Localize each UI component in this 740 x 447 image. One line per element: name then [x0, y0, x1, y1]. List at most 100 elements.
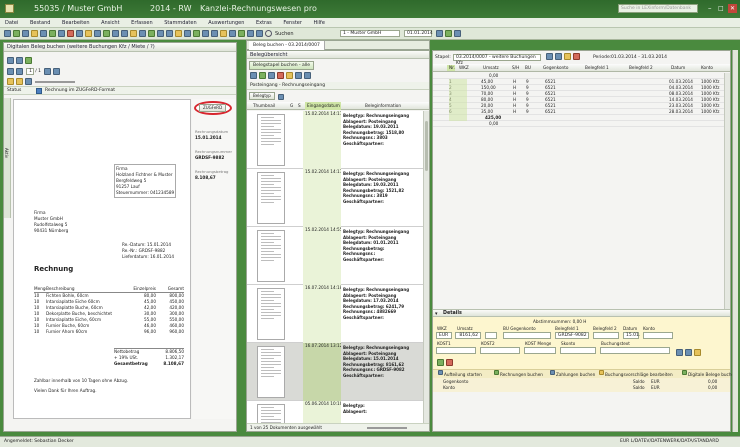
- menu-bestand[interactable]: Bestand: [25, 18, 55, 28]
- menu-extras[interactable]: Extras: [251, 18, 277, 28]
- stapel-delete-icon[interactable]: [573, 53, 580, 60]
- pill-close-icon[interactable]: [277, 94, 284, 100]
- beleg-row[interactable]: 16.07.2014 14:18 Belegtyp: Rechnungseinga…: [247, 285, 423, 343]
- thumb-zoom-slider[interactable]: [367, 427, 407, 429]
- menu-bearbeiten[interactable]: Bearbeiten: [57, 18, 94, 28]
- date-field[interactable]: 01.01.2014: [404, 30, 433, 37]
- kost-menge-field[interactable]: [524, 347, 556, 354]
- beleg-filter-icon[interactable]: [304, 72, 311, 79]
- belegstapel-buchen-button[interactable]: Belegstapel buchen - alle: [249, 61, 315, 70]
- bank-icon[interactable]: [247, 30, 254, 37]
- beleg-thumbnail[interactable]: [257, 404, 285, 423]
- journal-scrollbar[interactable]: [724, 73, 730, 309]
- beleg-link-icon[interactable]: [268, 72, 275, 79]
- col-g[interactable]: G: [290, 102, 293, 110]
- datum-field[interactable]: 15.01.: [623, 332, 640, 339]
- filter-icon[interactable]: [94, 30, 101, 37]
- stapel-edit-icon[interactable]: [564, 53, 571, 60]
- col-eingangsdatum[interactable]: Eingangsdatum: [305, 102, 341, 110]
- kost2-field[interactable]: [480, 347, 520, 354]
- last-page-icon[interactable]: [52, 68, 60, 75]
- side-tab-label[interactable]: Aktiv: [4, 148, 9, 158]
- beleg-thumbnail[interactable]: [257, 346, 285, 398]
- col-thumbnail[interactable]: Thumbnail: [253, 102, 275, 110]
- beleg-row[interactable]: 15.02.2014 14:55 Belegtyp: Rechnungseinga…: [247, 227, 423, 285]
- details-header[interactable]: ▾ Details: [433, 309, 730, 317]
- undo-icon[interactable]: [40, 30, 47, 37]
- beleg-thumbnail[interactable]: [257, 172, 285, 224]
- stapel-select[interactable]: 03.2014/0007 - weitere Buchungen Kfz: [453, 54, 541, 66]
- col-nr[interactable]: Nr.: [449, 64, 455, 72]
- gegenkonto-field[interactable]: [503, 332, 551, 339]
- prev-page-icon[interactable]: [16, 68, 23, 75]
- beleg-thumbnail[interactable]: [257, 114, 285, 166]
- search-label[interactable]: Suchen: [275, 28, 294, 40]
- buchungstext-field[interactable]: [600, 347, 670, 354]
- calendar-icon[interactable]: [454, 30, 461, 37]
- beleg-row[interactable]: 15.02.2014 14:17 Belegtyp: Rechnungseinga…: [247, 111, 423, 169]
- global-search-input[interactable]: Suche in LEXinform/Datenbank: [618, 4, 698, 13]
- skonto-field[interactable]: [560, 347, 596, 354]
- print-doc-icon[interactable]: [7, 57, 14, 64]
- save-icon[interactable]: [22, 30, 29, 37]
- next-icon[interactable]: [445, 30, 452, 37]
- beleg-row[interactable]: 15.02.2014 14:17 Belegtyp: Rechnungseinga…: [247, 169, 423, 227]
- redo-icon[interactable]: [49, 30, 56, 37]
- new-icon[interactable]: [4, 30, 11, 37]
- detail-tool3-icon[interactable]: [694, 349, 701, 356]
- col-konto[interactable]: Konto: [701, 64, 713, 72]
- tab-beleg-buchen[interactable]: Beleg buchen - 03.2014/0007: [249, 41, 325, 50]
- star-icon[interactable]: [220, 30, 227, 37]
- chart-icon[interactable]: [148, 30, 155, 37]
- calc-icon[interactable]: [121, 30, 128, 37]
- list-icon[interactable]: [202, 30, 209, 37]
- col-bu[interactable]: BU: [525, 64, 531, 72]
- cut-icon[interactable]: [58, 30, 65, 37]
- tax-icon[interactable]: [256, 30, 263, 37]
- print-icon[interactable]: [31, 30, 38, 37]
- settings-icon[interactable]: [166, 30, 173, 37]
- detail-tool-icon[interactable]: [676, 349, 683, 356]
- beleg-open-icon[interactable]: [259, 72, 266, 79]
- menu-stammdaten[interactable]: Stammdaten: [159, 18, 201, 28]
- lock-icon[interactable]: [229, 30, 236, 37]
- col-gegenkonto[interactable]: Gegenkonto: [543, 64, 568, 72]
- next-page-icon[interactable]: [43, 68, 51, 75]
- kost1-field[interactable]: [436, 347, 476, 354]
- beleg-new-icon[interactable]: [250, 72, 257, 79]
- beleg-delete-icon[interactable]: [277, 72, 284, 79]
- beleg-thumbnail[interactable]: [257, 288, 285, 340]
- folder-icon[interactable]: [130, 30, 137, 37]
- rotate-icon[interactable]: [25, 57, 32, 64]
- col-belegfeld1[interactable]: Belegfeld 1: [585, 64, 609, 72]
- delete-icon[interactable]: [67, 30, 74, 37]
- menu-fenster[interactable]: Fenster: [278, 18, 307, 28]
- import-icon[interactable]: [193, 30, 200, 37]
- detail-tool2-icon[interactable]: [685, 349, 692, 356]
- minimize-icon[interactable]: –: [708, 4, 716, 13]
- col-beleginformation[interactable]: Beleginformation: [365, 102, 401, 110]
- close-icon[interactable]: ✕: [728, 4, 737, 13]
- beleg-thumbnail[interactable]: [257, 230, 285, 282]
- export-icon[interactable]: [184, 30, 191, 37]
- zoom-in-icon[interactable]: [7, 78, 14, 85]
- mail-icon[interactable]: [175, 30, 182, 37]
- konto-field[interactable]: [643, 332, 673, 339]
- beleg-view-icon[interactable]: [295, 72, 302, 79]
- col-s[interactable]: S: [298, 102, 301, 110]
- col-sh[interactable]: S/H: [512, 64, 519, 72]
- zoom-out-icon[interactable]: [16, 78, 23, 85]
- company-select[interactable]: 1 - Muster GmbH: [340, 30, 400, 37]
- stapel-next-icon[interactable]: [555, 53, 562, 60]
- menu-ansicht[interactable]: Ansicht: [96, 18, 124, 28]
- menu-auswertungen[interactable]: Auswertungen: [203, 18, 249, 28]
- col-belegfeld2[interactable]: Belegfeld 2: [629, 64, 653, 72]
- paste-icon[interactable]: [85, 30, 92, 37]
- discard-icon[interactable]: [446, 359, 453, 366]
- copy-icon[interactable]: [76, 30, 83, 37]
- maximize-icon[interactable]: □: [718, 4, 726, 13]
- refresh-icon[interactable]: [103, 30, 110, 37]
- stapel-prev-icon[interactable]: [546, 53, 553, 60]
- beleg-scrollbar[interactable]: [423, 111, 429, 423]
- menu-datei[interactable]: Datei: [0, 18, 23, 28]
